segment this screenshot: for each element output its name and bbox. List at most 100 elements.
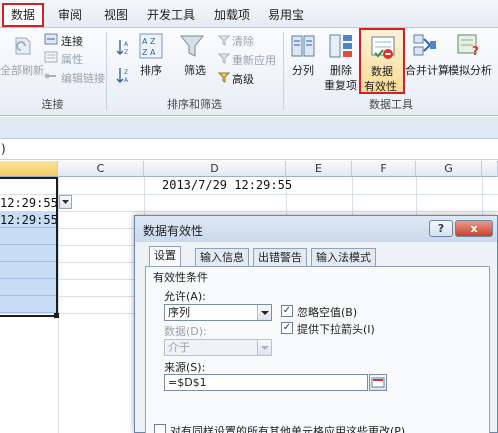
column-header-d[interactable]: D	[144, 161, 286, 177]
sort-ascending-icon: AZ	[116, 40, 129, 56]
sort-icon: A Z Z A	[139, 33, 163, 59]
data-validation-label-line1: 数据	[371, 65, 393, 78]
tab-developer[interactable]: 开发工具	[146, 5, 196, 25]
advanced-filter-icon	[218, 72, 230, 83]
tab-settings[interactable]: 设置	[149, 246, 181, 266]
advanced-button[interactable]: 高级	[232, 71, 254, 87]
group-title-sort-filter: 排序和筛选	[167, 98, 222, 111]
tab-input-message[interactable]: 输入信息	[195, 248, 249, 266]
consolidate-button[interactable]: 合并计算	[405, 62, 449, 78]
properties-button[interactable]: 属性	[61, 51, 83, 67]
cell-d1-value: 2013/7/29 12:29:55	[162, 178, 293, 192]
edit-links-button[interactable]: 编辑链接	[61, 70, 105, 86]
column-header-g[interactable]: G	[416, 161, 482, 177]
source-input[interactable]: =$D$1	[164, 374, 368, 391]
source-label: 来源(S):	[164, 361, 206, 374]
data-select-value: 介于	[168, 341, 190, 354]
text-to-columns-icon	[291, 35, 315, 57]
text-to-columns-button[interactable]: 分列	[292, 62, 314, 78]
range-select-button[interactable]	[369, 374, 387, 391]
tab-error-alert[interactable]: 出错警告	[253, 248, 307, 266]
ignore-blank-checkbox[interactable]: ✓	[281, 305, 293, 317]
in-cell-dropdown-label: 提供下拉箭头(I)	[297, 323, 375, 336]
tab-easyuse[interactable]: 易用宝	[266, 5, 306, 25]
svg-text:Z A: Z A	[142, 48, 156, 57]
svg-text:Z: Z	[124, 69, 128, 76]
dialog-title-bar[interactable]: 数据有效性 ? x	[135, 216, 497, 242]
data-validation-dialog: 数据有效性 ? x 设置 输入信息 出错警告 输入法模式 有效性条件 允许(A)…	[134, 215, 498, 433]
chevron-down-icon	[62, 200, 69, 204]
group-title-connections: 连接	[41, 98, 64, 111]
consolidate-icon	[413, 34, 436, 56]
connections-icon	[44, 33, 58, 45]
chevron-down-icon	[257, 340, 271, 355]
formula-bar-text: )	[1, 142, 6, 156]
cell-dropdown-button[interactable]	[59, 195, 72, 209]
ribbon-tab-bar: 数据 审阅 视图 开发工具 加载项 易用宝	[0, 0, 498, 28]
sort-button[interactable]: 排序	[140, 62, 162, 78]
source-input-value: =$D$1	[168, 376, 207, 389]
in-cell-dropdown-checkbox[interactable]: ✓	[281, 322, 293, 334]
column-header-h[interactable]	[482, 161, 498, 177]
allow-select-value: 序列	[168, 306, 190, 319]
group-title-data-tools: 数据工具	[369, 98, 413, 111]
properties-icon	[44, 51, 58, 63]
tab-data[interactable]: 数据	[2, 3, 44, 27]
tab-ime-mode[interactable]: 输入法模式	[311, 248, 376, 266]
help-button[interactable]: ?	[429, 220, 453, 237]
svg-text:A Z: A Z	[142, 37, 156, 46]
remove-duplicates-icon	[329, 34, 352, 58]
refresh-all-icon	[15, 37, 31, 55]
data-select[interactable]: 介于	[164, 339, 272, 356]
collapse-dialog-icon	[371, 377, 385, 388]
allow-label: 允许(A):	[164, 290, 206, 303]
filter-button[interactable]: 筛选	[184, 62, 206, 78]
data-validation-icon	[371, 36, 395, 59]
allow-select[interactable]: 序列	[164, 304, 272, 321]
cell-b2-value: 12:29:55	[0, 213, 58, 227]
reapply-icon	[218, 53, 230, 64]
chevron-down-icon	[257, 305, 271, 320]
ribbon: 全部刷新 连接 属性 编辑链接 连接 AZ ZA A ZZ A 排序 筛选 清除…	[0, 28, 498, 116]
cell-b1-value: 12:29:55	[0, 196, 58, 210]
tab-review[interactable]: 审阅	[54, 5, 86, 25]
fill-handle[interactable]	[54, 313, 59, 318]
clear-filter-icon	[218, 35, 230, 46]
formula-bar[interactable]: )	[0, 140, 498, 160]
close-button[interactable]: x	[455, 220, 493, 237]
column-header-b[interactable]	[0, 161, 58, 177]
column-header-e[interactable]: E	[286, 161, 352, 177]
gridline	[58, 177, 59, 433]
reapply-button[interactable]: 重新应用	[232, 52, 276, 68]
what-if-analysis-button[interactable]: 模拟分析	[448, 62, 492, 78]
remove-duplicates-button-line2[interactable]: 重复项	[324, 77, 357, 93]
settings-panel: 有效性条件 允许(A): 序列 ✓ 忽略空值(B) ✓ 提供下拉箭头(I) 数据…	[145, 266, 490, 433]
gridline	[0, 194, 498, 195]
what-if-analysis-icon: ?	[457, 34, 479, 57]
clear-button[interactable]: 清除	[232, 33, 254, 49]
section-title: 有效性条件	[153, 271, 208, 284]
column-header-f[interactable]: F	[352, 161, 416, 177]
column-header-c[interactable]: C	[58, 161, 144, 177]
data-validation-button[interactable]: 数据 有效性	[359, 28, 405, 94]
ignore-blank-label: 忽略空值(B)	[297, 306, 358, 319]
filter-icon	[179, 35, 205, 57]
dialog-title: 数据有效性	[143, 224, 204, 238]
tab-view[interactable]: 视图	[100, 5, 132, 25]
svg-text:A: A	[124, 77, 129, 84]
gridline	[0, 211, 498, 212]
tab-addins[interactable]: 加载项	[212, 5, 252, 25]
connections-button[interactable]: 连接	[61, 33, 83, 49]
sort-descending-icon: ZA	[116, 68, 129, 84]
svg-text:?: ?	[472, 44, 479, 57]
svg-text:Z: Z	[124, 49, 128, 56]
remove-duplicates-button-line1[interactable]: 删除	[330, 62, 352, 78]
apply-to-all-checkbox[interactable]	[154, 424, 166, 433]
name-box-area	[0, 117, 498, 139]
apply-to-all-label: 对有同样设置的所有其他单元格应用这些更改(P)	[170, 425, 406, 433]
svg-text:A: A	[124, 41, 129, 48]
edit-links-icon	[44, 73, 56, 79]
refresh-all-button[interactable]: 全部刷新	[0, 62, 44, 78]
data-label: 数据(D):	[164, 325, 207, 338]
data-validation-label-line2: 有效性	[364, 80, 397, 93]
